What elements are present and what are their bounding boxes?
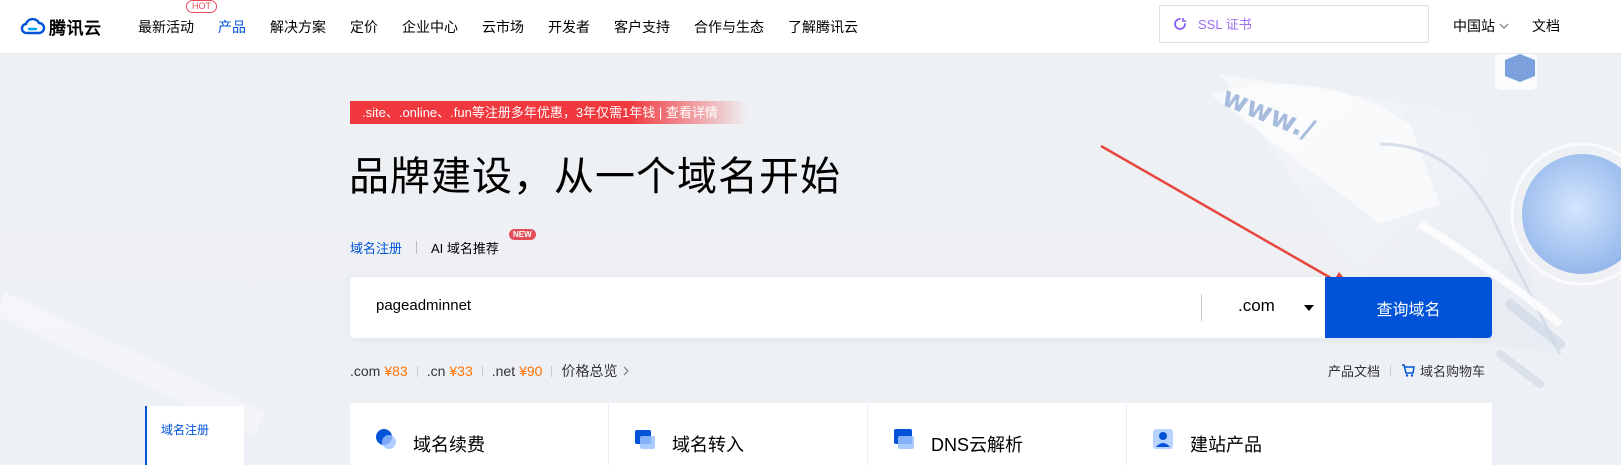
divider [1390,365,1392,376]
nav-item-solutions[interactable]: 解决方案 [270,17,326,37]
caret-down-icon[interactable] [1304,305,1314,311]
side-nav-domain-registration[interactable]: 域名注册 [145,406,244,465]
nav-item-products[interactable]: 产品 [218,17,246,37]
service-website-products[interactable]: 建站产品 [1127,403,1385,465]
divider [481,365,483,377]
price-item-net[interactable]: .net ¥90 [492,363,543,379]
service-dns-cloud-resolution[interactable]: DNS云解析 [868,403,1127,465]
service-domain-transfer[interactable]: 域名转入 [609,403,868,465]
transfer-icon [635,430,655,449]
nav-item-support[interactable]: 客户支持 [614,17,670,37]
renew-icon [376,429,396,449]
nav-label: 最新活动 [138,18,194,35]
search-divider [1201,294,1202,321]
global-search-input[interactable] [1198,16,1398,32]
cloud-logo-icon [20,17,46,35]
website-icon [1153,429,1173,449]
logo-text: 腾讯云 [49,18,102,38]
divider [551,365,553,377]
page-title: 品牌建设，从一个域名开始 [349,154,841,200]
suffix-label: .com [350,363,381,379]
nav-item-marketplace[interactable]: 云市场 [482,17,524,37]
domain-search-input[interactable] [374,296,1158,315]
price-overview-link[interactable]: 价格总览 [561,361,630,381]
nav-item-enterprise[interactable]: 企业中心 [402,17,458,37]
service-label: 建站产品 [1190,435,1262,455]
cart-icon [1402,364,1415,377]
service-label: DNS云解析 [931,435,1024,455]
top-navigation-bar: 腾讯云 最新活动 HOT 产品 解决方案 定价 企业中心 云市场 开发者 客户支… [0,0,1621,54]
nav-item-latest-activities[interactable]: 最新活动 HOT [138,0,217,37]
suffix-label: .cn [426,363,446,379]
global-search[interactable] [1159,5,1429,43]
tab-ai-label: AI 域名推荐 [431,241,499,256]
tab-divider [416,241,418,254]
product-docs-link[interactable]: 产品文档 [1328,361,1380,380]
service-label: 域名续费 [413,435,485,455]
price-value: ¥90 [519,363,543,379]
search-mode-tabs: 域名注册 AI 域名推荐 NEW [350,229,536,257]
domain-cart-link[interactable]: 域名购物车 [1401,361,1485,380]
domain-search-bar: .com 查询域名 [350,277,1492,338]
search-icon [1174,18,1186,30]
tab-ai-domain-recommend[interactable]: AI 域名推荐 NEW [431,229,536,257]
chevron-right-icon [624,366,630,376]
service-label: 域名转入 [672,435,744,455]
main-nav: 最新活动 HOT 产品 解决方案 定价 企业中心 云市场 开发者 客户支持 合作… [138,0,882,53]
cart-label: 域名购物车 [1420,364,1486,379]
price-value: ¥33 [449,363,473,379]
side-nav-label: 域名注册 [161,423,210,437]
tab-domain-registration[interactable]: 域名注册 [350,238,402,257]
query-domain-button[interactable]: 查询域名 [1325,277,1492,338]
price-item-cn[interactable]: .cn ¥33 [427,363,473,379]
nav-item-partners[interactable]: 合作与生态 [694,17,764,37]
suffix-price-list: .com ¥83 .cn ¥33 .net ¥90 价格总览 [350,361,630,381]
divider [416,365,418,377]
suffix-label: .net [491,363,516,379]
hero-right-links: 产品文档 域名购物车 [1328,361,1485,380]
nav-item-about[interactable]: 了解腾讯云 [788,17,858,37]
region-selector[interactable]: 中国站 [1453,16,1509,36]
price-item-com[interactable]: .com ¥83 [350,363,408,379]
nav-item-docs[interactable]: 文档 [1532,16,1560,36]
price-overview-label: 价格总览 [561,363,618,379]
domain-suffix-select[interactable]: .com [1238,296,1275,316]
service-domain-renewal[interactable]: 域名续费 [350,403,609,465]
dns-icon [894,429,914,449]
chevron-down-icon [1499,23,1509,29]
promo-banner[interactable]: .site、.online、.fun等注册多年优惠，3年仅需1年钱 | 查看详情 [350,101,748,124]
new-badge: NEW [509,229,536,240]
domain-hero: www./ .site、.online、.fun等注册多年优惠，3年仅需1年钱 … [0,54,1621,465]
nav-item-pricing[interactable]: 定价 [350,17,378,37]
domain-services-row: 域名续费 域名转入 DNS云解析 建站产品 [350,403,1492,465]
region-label: 中国站 [1453,18,1495,34]
hot-badge: HOT [186,0,217,13]
nav-item-developers[interactable]: 开发者 [548,17,590,37]
tencent-cloud-logo[interactable]: 腾讯云 [20,12,102,40]
price-value: ¥83 [384,363,408,379]
